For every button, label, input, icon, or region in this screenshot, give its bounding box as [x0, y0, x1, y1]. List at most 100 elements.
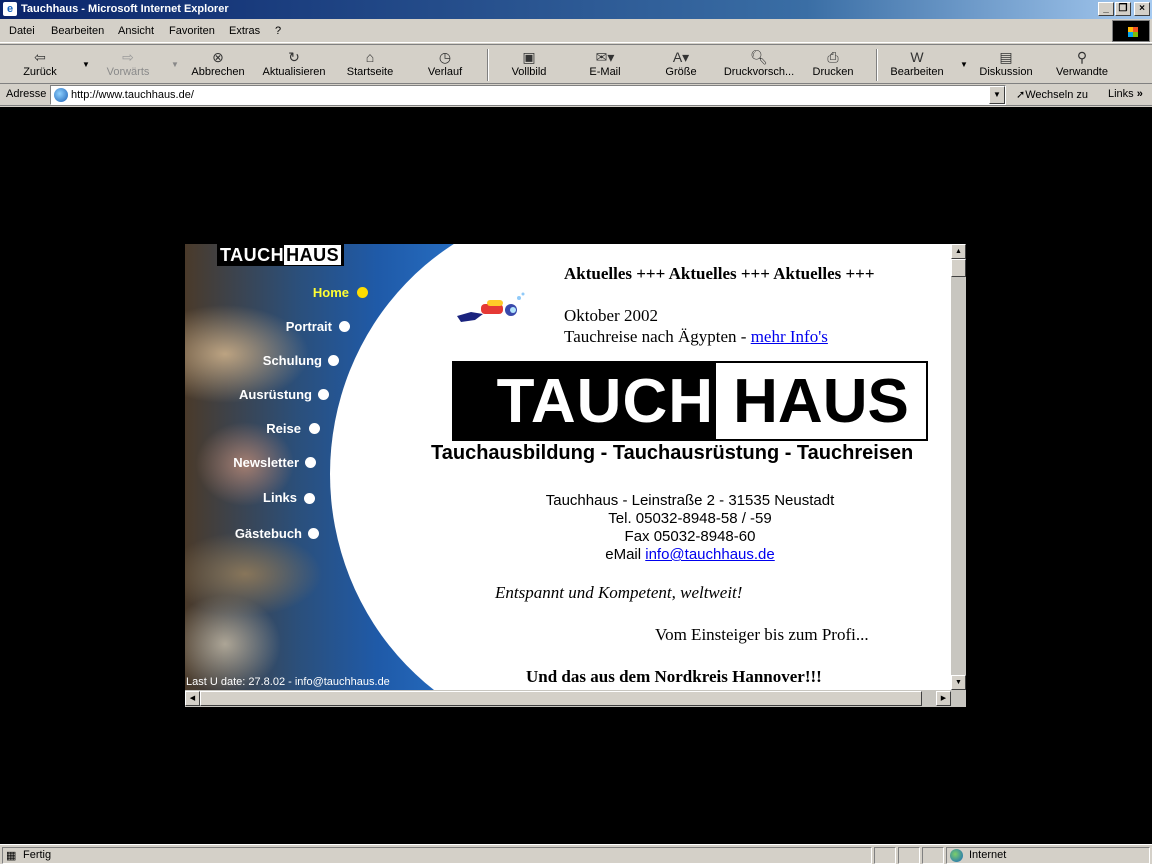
chevron-right-icon: »	[1136, 88, 1143, 100]
discuss-button[interactable]: ▤ Diskussion	[971, 48, 1041, 82]
slogan: Tauchausbildung - Tauchausrüstung - Tauc…	[431, 442, 914, 464]
minimize-button[interactable]: _	[1098, 2, 1114, 16]
windows-logo	[1112, 20, 1150, 42]
refresh-icon: ↻	[288, 49, 300, 65]
back-dropdown-icon[interactable]: ▼	[82, 60, 90, 69]
vertical-scroll-thumb[interactable]	[951, 259, 966, 277]
address-input[interactable]: http://www.tauchhaus.de/ ▼	[50, 85, 1006, 105]
news-item: Tauchreise nach Ägypten - mehr Info's	[564, 327, 828, 347]
window-title: Tauchhaus - Microsoft Internet Explorer	[21, 3, 229, 15]
mail-button[interactable]: ✉▾ E-Mail	[570, 48, 640, 82]
menu-ansicht[interactable]: Ansicht	[118, 25, 154, 37]
back-arrow-icon: ⇦	[34, 49, 46, 65]
status-text: Fertig	[23, 849, 52, 861]
history-button[interactable]: ◷ Verlauf	[410, 48, 480, 82]
news-month: Oktober 2002	[564, 306, 658, 325]
print-button[interactable]: ⎙ Drucken	[798, 48, 868, 82]
menu-extras[interactable]: Extras	[229, 25, 260, 37]
links-label: Links	[1108, 88, 1134, 100]
forward-dropdown-icon[interactable]: ▼	[171, 60, 179, 69]
scroll-left-icon[interactable]: ◀	[185, 691, 200, 706]
menu-favoriten[interactable]: Favoriten	[169, 25, 215, 37]
toolbar: ⇦ Zurück ▼ ⇨ Vorwärts ▼ ⊗ Abbrechen ↻ Aktual…	[0, 44, 1152, 84]
go-button[interactable]: ➚Wechseln zu	[1016, 88, 1088, 101]
nav-reise[interactable]: Reise	[225, 421, 301, 436]
address-url[interactable]: http://www.tauchhaus.de/	[71, 89, 194, 101]
links-button[interactable]: Links »	[1108, 88, 1143, 100]
globe-icon	[950, 849, 963, 862]
forward-button[interactable]: ⇨ Vorwärts	[93, 48, 163, 82]
address-label: Adresse	[6, 88, 47, 100]
forward-label: Vorwärts	[106, 66, 150, 78]
status-pane	[922, 847, 944, 864]
news-ticker: Aktuelles +++ Aktuelles +++ Aktuelles ++…	[564, 264, 875, 283]
maximize-button[interactable]: ❐	[1115, 2, 1131, 16]
print-preview-button[interactable]: 🔍︎ Druckvorsch...	[722, 48, 796, 82]
menu-bar: Datei Bearbeiten Ansicht Favoriten Extra…	[0, 19, 1152, 43]
nav-schulung-bullet-icon	[328, 355, 339, 366]
edit-dropdown-icon[interactable]: ▼	[960, 60, 968, 69]
scroll-down-icon[interactable]: ▼	[951, 675, 966, 690]
word-edit-icon: W	[910, 49, 924, 65]
page-icon	[54, 88, 68, 102]
print-preview-icon: 🔍︎	[750, 49, 768, 65]
nav-links[interactable]: Links	[225, 490, 297, 505]
stop-button[interactable]: ⊗ Abbrechen	[183, 48, 253, 82]
stop-icon: ⊗	[212, 49, 224, 65]
nav-home[interactable]: Home	[275, 285, 349, 300]
size-label: Größe	[665, 66, 697, 78]
related-label: Verwandte	[1056, 66, 1108, 78]
status-main: ▦ Fertig	[2, 847, 872, 864]
history-label: Verlauf	[427, 66, 463, 78]
close-button[interactable]: ×	[1134, 2, 1150, 16]
email-line: eMail info@tauchhaus.de	[415, 546, 965, 563]
main-logo-right: HAUS	[716, 363, 926, 439]
motto-1: Entspannt und Kompetent, weltweit!	[495, 583, 743, 602]
fax-line: Fax 05032-8948-60	[624, 528, 756, 545]
menu-help[interactable]: ?	[275, 25, 281, 37]
zone-text: Internet	[969, 849, 1007, 861]
horizontal-scroll-thumb[interactable]	[200, 691, 922, 706]
nav-portrait[interactable]: Portrait	[245, 319, 332, 334]
mail-label: E-Mail	[589, 66, 621, 78]
discuss-icon: ▤	[999, 49, 1013, 65]
site-frame: TAUCH HAUS Home Portrait Schulung Ausrüst…	[185, 244, 966, 707]
status-bar: ▦ Fertig Internet	[0, 844, 1152, 864]
refresh-button[interactable]: ↻ Aktualisieren	[259, 48, 329, 82]
mail-icon: ✉▾	[595, 49, 615, 65]
diver-icon	[457, 292, 525, 322]
nav-schulung[interactable]: Schulung	[225, 353, 322, 368]
more-info-link[interactable]: mehr Info's	[751, 327, 828, 346]
vertical-scrollbar[interactable]: ▲ ▼	[951, 244, 966, 690]
nav-ausruestung[interactable]: Ausrüstung	[205, 387, 312, 402]
ie-icon: e	[3, 2, 17, 16]
related-button[interactable]: ⚲ Verwandte	[1047, 48, 1117, 82]
status-zone: Internet	[946, 847, 1150, 864]
home-button[interactable]: ⌂ Startseite	[335, 48, 405, 82]
main-logo: TAUCH HAUS	[452, 361, 928, 441]
news-text: Tauchreise nach Ägypten -	[564, 327, 751, 346]
edit-button[interactable]: W Bearbeiten	[882, 48, 952, 82]
address-dropdown-icon[interactable]: ▼	[989, 86, 1005, 104]
home-label: Startseite	[346, 66, 394, 78]
motto-2: Vom Einsteiger bis zum Profi...	[655, 625, 869, 644]
discuss-label: Diskussion	[979, 66, 1033, 78]
nav-newsletter[interactable]: Newsletter	[205, 455, 299, 470]
page-done-icon: ▦	[6, 850, 17, 862]
scroll-up-icon[interactable]: ▲	[951, 244, 966, 259]
nav-gaestebuch[interactable]: Gästebuch	[205, 526, 302, 541]
email-link[interactable]: info@tauchhaus.de	[645, 546, 775, 563]
logo-small-right: HAUS	[284, 245, 342, 265]
horizontal-scrollbar[interactable]: ◀ ▶	[185, 690, 966, 707]
scroll-right-icon[interactable]: ▶	[936, 691, 951, 706]
nav-reise-bullet-icon	[309, 423, 320, 434]
font-size-button[interactable]: A▾ Größe	[646, 48, 716, 82]
address-line: Tauchhaus - Leinstraße 2 - 31535 Neustad…	[545, 492, 835, 509]
back-button[interactable]: ⇦ Zurück	[5, 48, 75, 82]
print-label: Drucken	[812, 66, 854, 78]
nav-links-bullet-icon	[304, 493, 315, 504]
nav-newsletter-bullet-icon	[305, 457, 316, 468]
menu-datei[interactable]: Datei	[9, 25, 35, 37]
menu-bearbeiten[interactable]: Bearbeiten	[51, 25, 104, 37]
fullscreen-button[interactable]: ▣ Vollbild	[494, 48, 564, 82]
